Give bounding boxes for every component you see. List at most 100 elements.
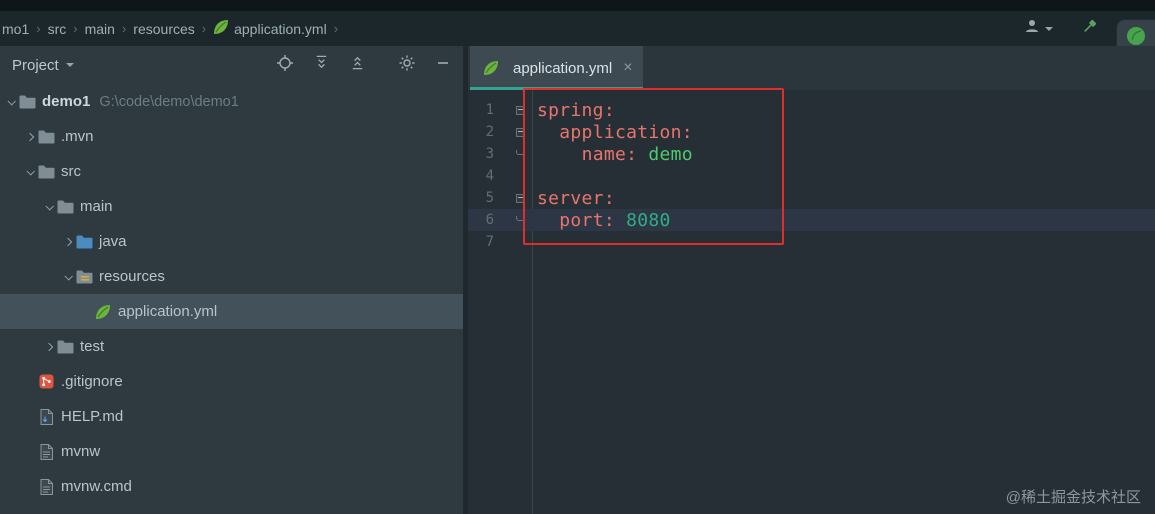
breadcrumb: mo1 › src › main › resources › application.yml ›	[0, 19, 345, 38]
file-icon	[37, 443, 55, 460]
expand-all-icon	[313, 54, 330, 76]
locate-file-button[interactable]	[275, 54, 295, 77]
line-number: 5	[485, 190, 494, 206]
line-number: 6	[485, 212, 494, 228]
breadcrumb-item-application-yml[interactable]: application.yml	[213, 19, 327, 38]
breadcrumb-item-src[interactable]: src	[48, 21, 67, 37]
chevron-down-icon[interactable]	[4, 96, 18, 106]
user-icon	[1024, 18, 1040, 39]
tree-item-src[interactable]: src	[0, 154, 463, 189]
md-icon	[37, 408, 55, 425]
tree-item-application-yml[interactable]: application.yml	[0, 294, 463, 329]
tree-item-label: HELP.md	[61, 408, 124, 425]
folder-icon	[56, 200, 74, 214]
breadcrumb-label: resources	[133, 20, 195, 37]
tree-item-java[interactable]: java	[0, 224, 463, 259]
tree-item-help-md[interactable]: HELP.md	[0, 399, 463, 434]
line-number: 7	[485, 234, 494, 250]
breadcrumb-separator: ›	[121, 21, 127, 36]
hide-panel-button[interactable]	[433, 55, 453, 75]
tree-item-label: java	[99, 233, 127, 250]
user-menu-button[interactable]	[1024, 18, 1053, 39]
watermark: @稀土掘金技术社区	[1005, 489, 1141, 506]
folder-icon	[37, 130, 55, 144]
minus-icon	[434, 54, 452, 77]
line-number: 4	[485, 168, 494, 184]
chevron-right-icon[interactable]	[61, 237, 75, 246]
tree-item--gitignore[interactable]: .gitignore	[0, 364, 463, 399]
settings-button[interactable]	[397, 55, 417, 75]
spring-icon	[213, 19, 229, 38]
line-number: 1	[485, 102, 494, 118]
breadcrumb-label: mo1	[2, 20, 30, 37]
tree-item-mvnw[interactable]: mvnw	[0, 434, 463, 469]
chevron-down-icon[interactable]	[23, 166, 37, 176]
chevron-right-icon[interactable]	[42, 342, 56, 351]
line-number: 3	[485, 146, 494, 162]
tree-item-main[interactable]: main	[0, 189, 463, 224]
tree-item-label: mvnw.cmd	[61, 478, 132, 495]
breadcrumb-separator: ›	[73, 21, 78, 36]
tree-item-resources[interactable]: resources	[0, 259, 463, 294]
tree-item-label: test	[80, 338, 105, 355]
editor-pane: application.yml × 1 spring: 2 application:…	[468, 46, 1155, 514]
spring-icon	[482, 60, 500, 76]
project-toolbar: Project	[0, 46, 463, 84]
file-icon	[37, 478, 55, 495]
tree-item-path: G:\code\demo\demo1	[99, 93, 239, 110]
tree-item-label: src	[61, 163, 81, 180]
main-area: Project demo1 G:\code\demo\demo1 .mvn src ma…	[0, 46, 1155, 514]
editor-tab-strip: application.yml ×	[468, 46, 1155, 90]
target-icon	[276, 54, 294, 77]
tree-item--mvn[interactable]: .mvn	[0, 119, 463, 154]
tree-item-demo1[interactable]: demo1 G:\code\demo\demo1	[0, 84, 463, 119]
tree-item-label: .mvn	[61, 128, 94, 145]
topbar-actions	[1024, 11, 1099, 46]
gear-icon	[398, 54, 416, 77]
chevron-down-icon	[65, 63, 74, 67]
tab-application-yml[interactable]: application.yml ×	[470, 46, 643, 90]
collapse-all-icon	[349, 54, 366, 76]
breadcrumb-separator: ›	[201, 21, 207, 36]
tree-item-label: main	[80, 198, 113, 215]
hammer-icon	[1081, 18, 1098, 40]
folder-icon	[56, 340, 74, 354]
folder-resources-icon	[75, 270, 93, 284]
tree-item-label: .gitignore	[61, 373, 123, 390]
breadcrumb-item-main[interactable]: main	[85, 21, 115, 37]
tree-item-mvnw-cmd[interactable]: mvnw.cmd	[0, 469, 463, 504]
build-button[interactable]	[1079, 19, 1099, 39]
close-icon[interactable]: ×	[623, 59, 632, 77]
collapse-all-button[interactable]	[347, 55, 367, 75]
chevron-down-icon	[1045, 26, 1053, 31]
breadcrumb-label: main	[84, 20, 115, 37]
project-panel-title[interactable]: Project	[12, 57, 74, 74]
tree-item-label: mvnw	[61, 443, 101, 460]
spring-icon	[94, 304, 112, 320]
breadcrumb-item-resources[interactable]: resources	[133, 21, 194, 37]
folder-java-icon	[75, 235, 93, 249]
tree-item-label: demo1	[42, 93, 91, 110]
folder-icon	[18, 95, 36, 109]
expand-all-button[interactable]	[311, 55, 331, 75]
chevron-down-icon[interactable]	[42, 201, 56, 211]
breadcrumb-label: src	[47, 20, 67, 37]
top-bar: mo1 › src › main › resources › application.yml ›	[0, 0, 1155, 57]
chevron-down-icon[interactable]	[61, 271, 75, 281]
tree-item-test[interactable]: test	[0, 329, 463, 364]
breadcrumb-separator: ›	[333, 21, 339, 36]
folder-icon	[37, 165, 55, 179]
tab-label: application.yml	[513, 59, 613, 77]
project-panel: Project demo1 G:\code\demo\demo1 .mvn src ma…	[0, 46, 463, 514]
project-title-label: Project	[12, 56, 59, 74]
tree-item-label: resources	[99, 268, 165, 285]
annotation-rectangle	[523, 88, 784, 245]
project-tree: demo1 G:\code\demo\demo1 .mvn src main java re…	[0, 84, 463, 514]
breadcrumb-separator: ›	[36, 21, 41, 36]
breadcrumb-item-mo1[interactable]: mo1	[2, 21, 29, 37]
project-toolbar-icons	[275, 54, 453, 77]
chevron-right-icon[interactable]	[23, 132, 37, 141]
breadcrumb-label: application.yml	[234, 20, 327, 37]
line-number: 2	[485, 124, 494, 140]
tree-item-label: application.yml	[118, 303, 218, 320]
